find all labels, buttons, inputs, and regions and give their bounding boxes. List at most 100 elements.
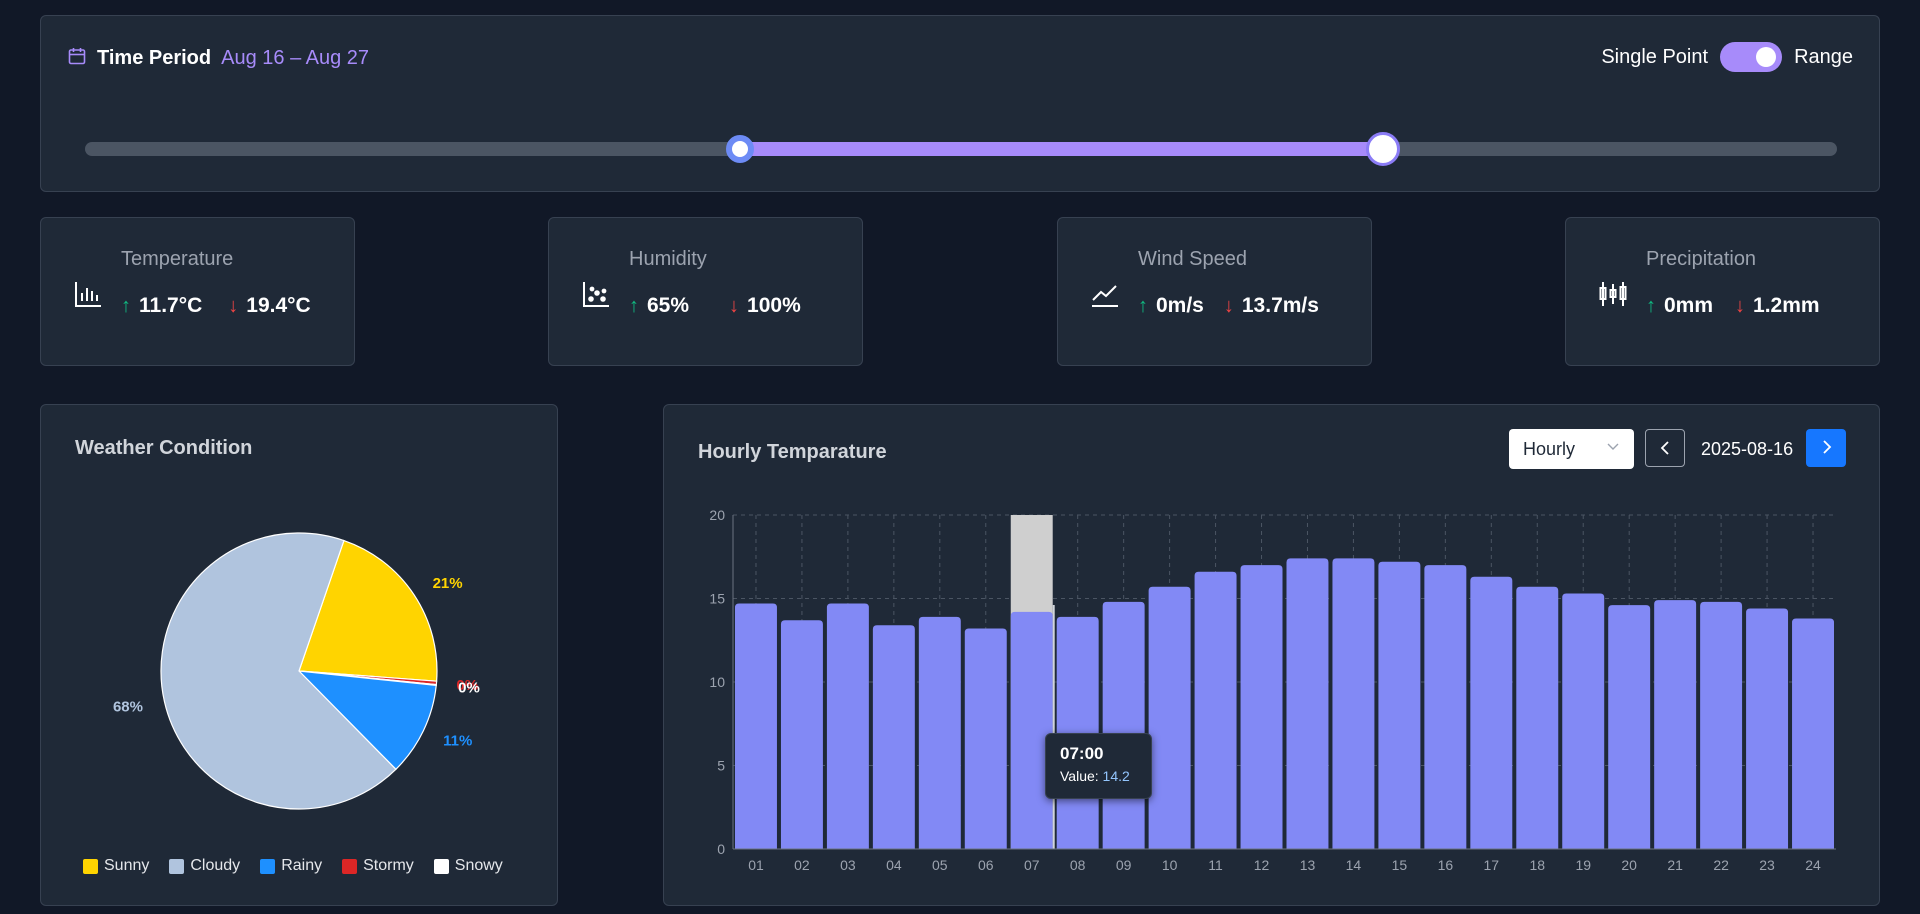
metric-title: Temperature (121, 248, 234, 270)
tooltip-time: 07:00 (1060, 744, 1104, 763)
bar-19[interactable] (1562, 593, 1605, 849)
x-tick-label: 11 (1208, 857, 1223, 873)
pie-label-snowy: 0% (458, 679, 480, 696)
x-tick-label: 07 (1024, 857, 1040, 873)
tooltip-label: Value: (1060, 768, 1103, 784)
calendar-icon (67, 46, 87, 71)
y-tick-label: 5 (717, 758, 725, 774)
tooltip-value: 14.2 (1102, 768, 1130, 784)
metric-high: 11.7°C (139, 294, 203, 317)
tooltip-row: Value: 14.2 (1060, 768, 1137, 784)
bar-17[interactable] (1470, 576, 1513, 849)
time-period-header: Time Period Aug 16 – Aug 27 (67, 46, 369, 71)
legend-swatch (169, 858, 185, 874)
metric-values: ↑ 65% ↓ 100% (629, 294, 801, 318)
legend-item-cloudy[interactable]: Cloudy (169, 857, 240, 875)
metric-high: 65% (647, 294, 690, 317)
bar-20[interactable] (1608, 605, 1651, 849)
metric-card-wind-speed: Wind Speed ↑ 0m/s ↓ 13.7m/s (1057, 217, 1372, 366)
pie-label-rainy: 11% (443, 732, 472, 749)
metric-card-humidity: Humidity ↑ 65% ↓ 100% (548, 217, 863, 366)
arrow-up-icon: ↑ (1646, 294, 1656, 317)
bar-12[interactable] (1240, 565, 1283, 849)
slider-start-handle[interactable] (726, 135, 755, 163)
bar-23[interactable] (1746, 608, 1789, 849)
x-tick-label: 05 (932, 857, 948, 873)
metric-values: ↑ 0mm ↓ 1.2mm (1646, 294, 1820, 318)
legend-item-sunny[interactable]: Sunny (83, 857, 149, 875)
bar-15[interactable] (1378, 561, 1421, 849)
metric-title: Humidity (629, 248, 707, 270)
slider-selected-range (740, 142, 1384, 156)
bar-02[interactable] (780, 620, 823, 849)
legend-swatch (260, 858, 276, 874)
bar-16[interactable] (1424, 565, 1467, 849)
x-tick-label: 10 (1162, 857, 1178, 873)
bar-21[interactable] (1654, 600, 1697, 849)
metric-title: Wind Speed (1138, 248, 1247, 270)
mode-toggle-group: Single Point Range (1601, 42, 1853, 72)
legend-item-stormy[interactable]: Stormy (342, 857, 414, 875)
x-tick-label: 04 (886, 857, 902, 873)
hourly-bar-chart: 0510152001 02 03 04 05 06 07 08 09 10 11 12 13 14 15 16… (709, 507, 1836, 873)
bar-03[interactable] (826, 603, 869, 849)
arrow-down-icon: ↓ (1735, 294, 1746, 317)
legend-item-snowy[interactable]: Snowy (433, 857, 503, 875)
legend-label: Sunny (104, 857, 150, 874)
y-tick-label: 10 (709, 674, 725, 690)
arrow-down-icon: ↓ (729, 294, 740, 317)
pie-label-cloudy: 68% (113, 698, 143, 715)
metric-values: ↑ 0m/s ↓ 13.7m/s (1138, 294, 1319, 318)
bar-05[interactable] (918, 616, 961, 849)
legend-swatch (433, 858, 449, 874)
metric-low: 13.7m/s (1241, 294, 1319, 317)
x-tick-label: 02 (794, 857, 810, 873)
x-tick-label: 21 (1667, 857, 1683, 873)
legend-swatch (83, 858, 98, 874)
y-tick-label: 0 (717, 841, 725, 857)
y-tick-label: 20 (709, 507, 725, 523)
x-tick-label: 08 (1070, 857, 1086, 873)
bar-07[interactable] (1010, 611, 1053, 849)
bar-22[interactable] (1700, 601, 1743, 849)
legend-item-rainy[interactable]: Rainy (260, 857, 322, 875)
bar-10[interactable] (1148, 586, 1191, 849)
y-tick-label: 15 (709, 591, 725, 607)
x-tick-label: 03 (840, 857, 856, 873)
bar-14[interactable] (1332, 558, 1375, 849)
arrow-down-icon: ↓ (228, 294, 239, 317)
x-tick-label: 18 (1529, 857, 1545, 873)
time-period-label: Time Period (97, 47, 212, 69)
time-period-panel: Time Period Aug 16 – Aug 27 Single Point… (40, 15, 1880, 192)
bar-11[interactable] (1194, 571, 1237, 849)
bar-chart-icon (73, 279, 103, 309)
hourly-temperature-card: Hourly Temparature Hourly 2025-08-16 051… (663, 404, 1880, 906)
bar-04[interactable] (872, 625, 915, 849)
time-range-slider[interactable] (85, 132, 1837, 166)
x-tick-label: 17 (1484, 857, 1500, 873)
range-mode-switch[interactable] (1720, 42, 1783, 72)
bar-01[interactable] (735, 603, 777, 849)
legend-label: Cloudy (190, 857, 241, 874)
x-tick-label: 15 (1392, 857, 1408, 873)
x-tick-label: 16 (1438, 857, 1454, 873)
candlestick-icon (1598, 279, 1628, 309)
bar-18[interactable] (1516, 586, 1559, 849)
metric-high: 0m/s (1156, 294, 1204, 317)
x-tick-label: 19 (1575, 857, 1591, 873)
bar-13[interactable] (1286, 558, 1329, 849)
legend-swatch (342, 858, 358, 874)
arrow-up-icon: ↑ (629, 294, 639, 317)
bar-06[interactable] (964, 628, 1007, 849)
x-tick-label: 24 (1805, 857, 1821, 873)
legend-label: Rainy (281, 857, 323, 874)
arrow-down-icon: ↓ (1223, 294, 1234, 317)
x-tick-label: 13 (1300, 857, 1316, 873)
slider-end-handle[interactable] (1366, 132, 1401, 166)
range-label: Range (1794, 45, 1853, 68)
line-chart-icon (1090, 279, 1120, 309)
x-tick-label: 14 (1346, 857, 1362, 873)
bar-24[interactable] (1792, 618, 1834, 849)
bar-09[interactable] (1102, 601, 1145, 849)
single-point-label: Single Point (1601, 45, 1709, 68)
